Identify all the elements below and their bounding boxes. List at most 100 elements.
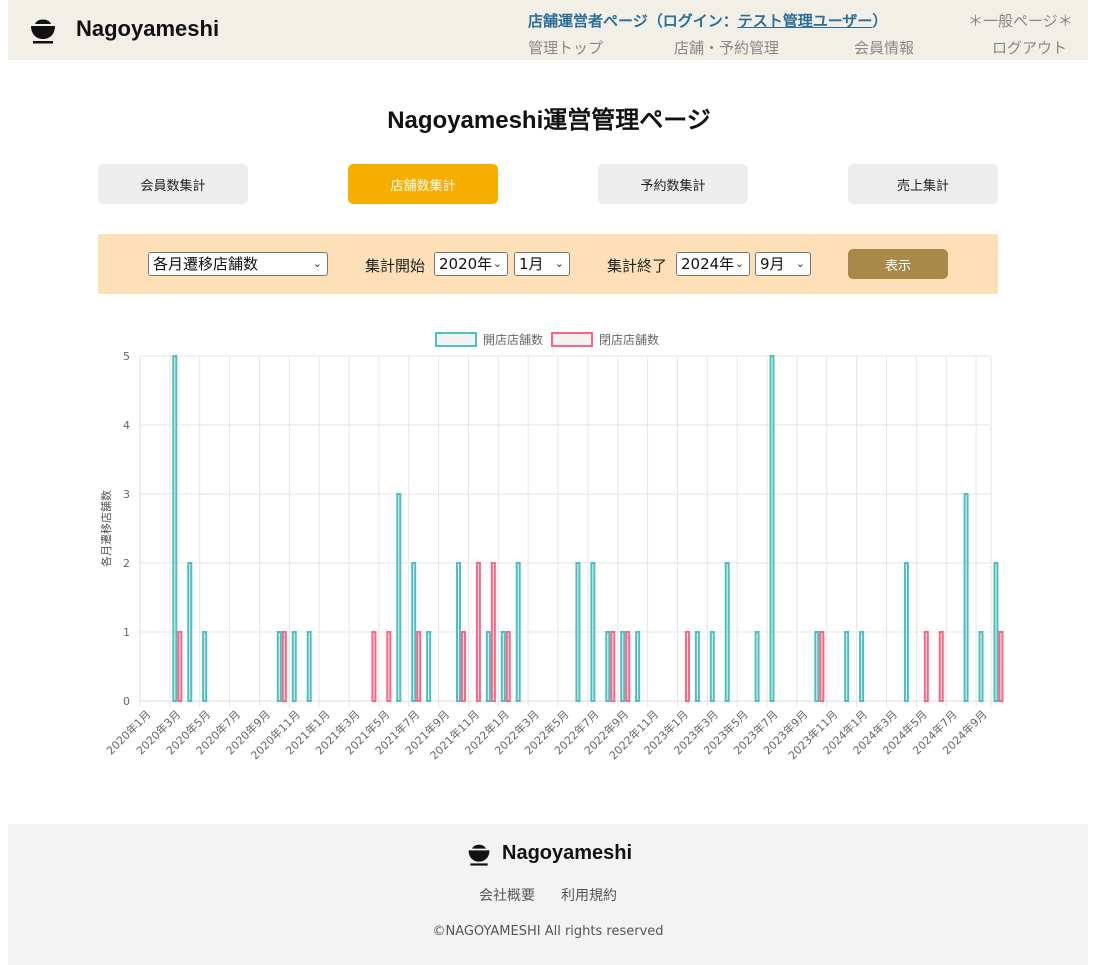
open-store-bar bbox=[605, 631, 611, 702]
y-axis-label: 各月遷移店舗数 bbox=[99, 490, 113, 567]
end-year-value: 2024年 bbox=[681, 255, 735, 273]
open-store-bar bbox=[709, 631, 715, 702]
nav-member-info[interactable]: 会員情報 bbox=[854, 37, 914, 58]
start-year-value: 2020年 bbox=[439, 255, 493, 273]
open-store-bar bbox=[500, 631, 506, 702]
open-store-bar bbox=[635, 631, 641, 702]
close-store-bar bbox=[386, 631, 392, 702]
close-store-bar bbox=[938, 631, 944, 702]
close-store-bar bbox=[475, 562, 481, 702]
start-label: 集計開始 bbox=[365, 257, 426, 275]
footer: Nagoyameshi 会社概要 利用規約 ©NAGOYAMESHI All r… bbox=[8, 824, 1088, 965]
header-brand[interactable]: Nagoyameshi bbox=[28, 14, 219, 44]
open-store-bar bbox=[411, 562, 417, 702]
open-store-bar bbox=[172, 355, 178, 702]
start-month-value: 1月 bbox=[519, 255, 544, 273]
open-store-bar bbox=[620, 631, 626, 702]
open-store-bar bbox=[187, 562, 193, 702]
y-tick-label: 0 bbox=[123, 695, 130, 708]
open-store-bar bbox=[754, 631, 760, 702]
open-store-bar bbox=[844, 631, 850, 702]
nav-logout[interactable]: ログアウト bbox=[992, 37, 1067, 58]
general-page-link[interactable]: ＊一般ページ＊ bbox=[968, 10, 1073, 31]
nav-store-reservation[interactable]: 店舗・予約管理 bbox=[674, 37, 779, 58]
y-tick-label: 5 bbox=[123, 350, 130, 363]
legend-label: 閉店店舗数 bbox=[599, 332, 659, 347]
close-store-bar bbox=[625, 631, 631, 702]
bar-chart-svg: 0123452020年1月2020年3月2020年5月2020年7月2020年9… bbox=[99, 332, 1004, 762]
y-tick-label: 3 bbox=[123, 488, 130, 501]
end-label: 集計終了 bbox=[607, 257, 668, 275]
open-store-bar bbox=[291, 631, 297, 702]
open-store-bar bbox=[575, 562, 581, 702]
y-tick-label: 2 bbox=[123, 557, 130, 570]
tab-sales[interactable]: 売上集計 bbox=[848, 164, 998, 204]
open-store-bar bbox=[306, 631, 312, 702]
tab-reservation-count[interactable]: 予約数集計 bbox=[598, 164, 748, 204]
close-store-bar bbox=[505, 631, 511, 702]
y-tick-label: 1 bbox=[123, 626, 130, 639]
nav-admin-top[interactable]: 管理トップ bbox=[528, 37, 603, 58]
end-month-value: 9月 bbox=[760, 255, 785, 273]
close-store-bar bbox=[610, 631, 616, 702]
admin-suffix: ） bbox=[872, 12, 888, 30]
chevron-down-icon: ⌄ bbox=[734, 257, 744, 270]
aggregate-type-value: 各月遷移店舗数 bbox=[153, 255, 259, 273]
close-store-bar bbox=[371, 631, 377, 702]
end-month-select[interactable]: 9月 ⌄ bbox=[755, 252, 811, 276]
rice-bowl-icon bbox=[31, 19, 55, 44]
open-store-bar bbox=[202, 631, 208, 702]
close-store-bar bbox=[684, 631, 690, 702]
top-header: Nagoyameshi 店舗運営者ページ（ログイン：テスト管理ユーザー） ＊一般… bbox=[8, 0, 1088, 60]
aggregate-type-select[interactable]: 各月遷移店舗数 ⌄ bbox=[148, 252, 328, 276]
open-store-bar bbox=[769, 355, 775, 702]
open-store-bar bbox=[396, 493, 402, 702]
admin-user-link[interactable]: テスト管理ユーザー bbox=[738, 12, 873, 30]
open-store-bar bbox=[485, 631, 491, 702]
close-store-bar bbox=[177, 631, 183, 702]
show-button[interactable]: 表示 bbox=[848, 249, 948, 279]
close-store-bar bbox=[490, 562, 496, 702]
open-store-bar bbox=[694, 631, 700, 702]
close-store-bar bbox=[416, 631, 422, 702]
close-store-bar bbox=[460, 631, 466, 702]
admin-prefix: 店舗運営者ページ（ログイン： bbox=[528, 12, 738, 30]
chevron-down-icon: ⌄ bbox=[795, 257, 805, 270]
legend-swatch bbox=[435, 332, 477, 347]
legend-label: 開店店舗数 bbox=[483, 332, 543, 347]
footer-link-terms[interactable]: 利用規約 bbox=[561, 885, 617, 905]
page-title: Nagoyameshi運営管理ページ bbox=[387, 107, 711, 134]
end-year-select[interactable]: 2024年 ⌄ bbox=[676, 252, 750, 276]
copyright-text: ©NAGOYAMESHI All rights reserved bbox=[432, 924, 664, 939]
store-count-chart: 0 1 2 3 4 5 2020年1月 2020年3月 2020年5月 2020年7月 2020年9… bbox=[0, 320, 1098, 784]
start-year-select[interactable]: 2020年 ⌄ bbox=[434, 252, 508, 276]
admin-login-status: 店舗運営者ページ（ログイン：テスト管理ユーザー） bbox=[528, 10, 887, 31]
open-store-bar bbox=[993, 562, 999, 702]
close-store-bar bbox=[819, 631, 825, 702]
open-store-bar bbox=[724, 562, 730, 702]
close-store-bar bbox=[923, 631, 929, 702]
footer-brand[interactable]: Nagoyameshi bbox=[466, 840, 632, 866]
close-store-bar bbox=[281, 631, 287, 702]
y-tick-label: 4 bbox=[123, 419, 130, 432]
brand-name: Nagoyameshi bbox=[76, 16, 220, 41]
open-store-bar bbox=[903, 562, 909, 702]
open-store-bar bbox=[590, 562, 596, 702]
open-store-bar bbox=[276, 631, 282, 702]
chevron-down-icon: ⌄ bbox=[492, 257, 502, 270]
open-store-bar bbox=[814, 631, 820, 702]
tab-store-count[interactable]: 店舗数集計 bbox=[348, 164, 498, 204]
open-store-bar bbox=[963, 493, 969, 702]
chevron-down-icon: ⌄ bbox=[554, 257, 564, 270]
start-month-select[interactable]: 1月 ⌄ bbox=[514, 252, 570, 276]
tab-member-count[interactable]: 会員数集計 bbox=[98, 164, 248, 204]
footer-brand-name: Nagoyameshi bbox=[502, 841, 633, 864]
open-store-bar bbox=[455, 562, 461, 702]
open-store-bar bbox=[426, 631, 432, 702]
footer-link-company[interactable]: 会社概要 bbox=[479, 885, 535, 905]
open-store-bar bbox=[859, 631, 865, 702]
close-store-bar bbox=[998, 631, 1004, 702]
open-store-bar bbox=[515, 562, 521, 702]
chevron-down-icon: ⌄ bbox=[312, 257, 322, 270]
rice-bowl-icon bbox=[468, 844, 490, 866]
